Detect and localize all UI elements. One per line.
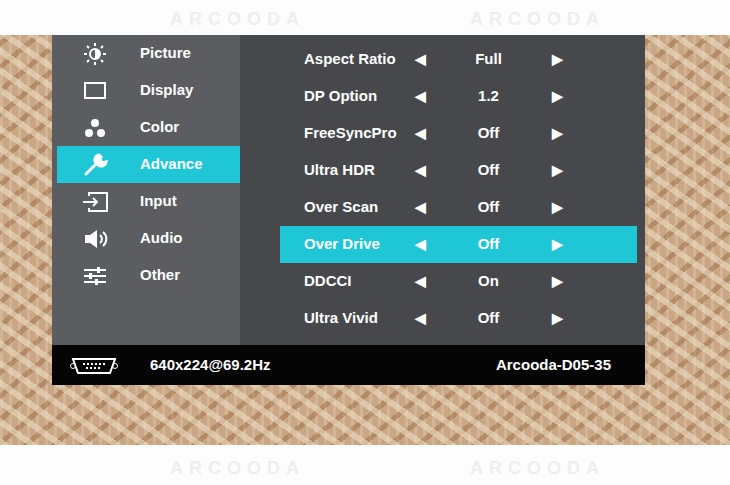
vga-port-icon xyxy=(70,354,118,377)
status-bar: 640x224@69.2Hz Arcooda-D05-35 xyxy=(52,345,645,385)
sidebar-label: Input xyxy=(140,190,177,213)
left-arrow[interactable]: ◀ xyxy=(410,160,430,181)
setting-row[interactable]: DDCCI◀On▶ xyxy=(280,263,637,300)
background-photo: Picture Display Color Advance Input Audio Othe… xyxy=(0,35,730,445)
wrench-icon xyxy=(75,152,115,178)
sidebar-item[interactable]: Display xyxy=(57,72,242,109)
sidebar-label: Color xyxy=(140,116,179,139)
right-arrow[interactable]: ▶ xyxy=(547,271,567,292)
color-icon xyxy=(75,117,115,139)
setting-row[interactable]: DP Option◀1.2▶ xyxy=(280,78,637,115)
left-arrow[interactable]: ◀ xyxy=(410,49,430,70)
setting-label: Ultra Vivid xyxy=(280,307,410,330)
sidebar-item[interactable]: Color xyxy=(57,109,242,146)
sliders-icon xyxy=(75,265,115,287)
sidebar-label: Audio xyxy=(140,227,183,250)
setting-row[interactable]: Ultra HDR◀Off▶ xyxy=(280,152,637,189)
watermark: ARCOODA xyxy=(470,6,605,33)
sun-icon xyxy=(75,42,115,66)
settings-panel: Aspect Ratio◀Full▶DP Option◀1.2▶FreeSync… xyxy=(240,35,645,345)
sidebar-item[interactable]: Other xyxy=(57,257,242,294)
input-icon xyxy=(75,191,115,213)
setting-row[interactable]: FreeSyncPro◀Off▶ xyxy=(280,115,637,152)
sidebar-item[interactable]: Advance xyxy=(57,146,242,183)
sidebar-label: Advance xyxy=(140,153,203,176)
setting-value: Off xyxy=(430,122,547,145)
bottom-strip: ARCOODA ARCOODA xyxy=(0,445,730,485)
left-arrow[interactable]: ◀ xyxy=(410,197,430,218)
left-arrow[interactable]: ◀ xyxy=(410,308,430,329)
right-arrow[interactable]: ▶ xyxy=(547,197,567,218)
right-arrow[interactable]: ▶ xyxy=(547,49,567,70)
setting-row[interactable]: Over Scan◀Off▶ xyxy=(280,189,637,226)
sidebar: Picture Display Color Advance Input Audio Othe… xyxy=(52,35,240,345)
sidebar-item[interactable]: Picture xyxy=(57,35,242,72)
right-arrow[interactable]: ▶ xyxy=(547,234,567,255)
watermark: ARCOODA xyxy=(170,455,305,482)
setting-label: FreeSyncPro xyxy=(280,122,410,145)
setting-value: Off xyxy=(430,196,547,219)
right-arrow[interactable]: ▶ xyxy=(547,308,567,329)
right-arrow[interactable]: ▶ xyxy=(547,160,567,181)
setting-value: On xyxy=(430,270,547,293)
signal-resolution: 640x224@69.2Hz xyxy=(150,354,271,377)
sidebar-label: Picture xyxy=(140,42,191,65)
sidebar-label: Other xyxy=(140,264,180,287)
display-icon xyxy=(75,81,115,101)
setting-label: Ultra HDR xyxy=(280,159,410,182)
setting-row[interactable]: Aspect Ratio◀Full▶ xyxy=(280,41,637,78)
left-arrow[interactable]: ◀ xyxy=(410,271,430,292)
setting-value: Full xyxy=(430,48,547,71)
left-arrow[interactable]: ◀ xyxy=(410,86,430,107)
sidebar-item[interactable]: Audio xyxy=(57,220,242,257)
setting-value: Off xyxy=(430,307,547,330)
monitor-model: Arcooda-D05-35 xyxy=(496,354,611,377)
sidebar-label: Display xyxy=(140,79,193,102)
setting-label: Over Drive xyxy=(280,233,410,256)
right-arrow[interactable]: ▶ xyxy=(547,123,567,144)
setting-label: Aspect Ratio xyxy=(280,48,410,71)
setting-label: DP Option xyxy=(280,85,410,108)
top-strip: ARCOODA ARCOODA xyxy=(0,0,730,35)
sidebar-item[interactable]: Input xyxy=(57,183,242,220)
speaker-icon xyxy=(75,228,115,250)
setting-row[interactable]: Ultra Vivid◀Off▶ xyxy=(280,300,637,337)
setting-value: 1.2 xyxy=(430,85,547,108)
setting-value: Off xyxy=(430,233,547,256)
setting-value: Off xyxy=(430,159,547,182)
setting-label: Over Scan xyxy=(280,196,410,219)
setting-row[interactable]: Over Drive◀Off▶ xyxy=(280,226,637,263)
left-arrow[interactable]: ◀ xyxy=(410,234,430,255)
watermark: ARCOODA xyxy=(470,455,605,482)
right-arrow[interactable]: ▶ xyxy=(547,86,567,107)
osd-menu: Picture Display Color Advance Input Audio Othe… xyxy=(52,35,645,385)
osd-main: Picture Display Color Advance Input Audio Othe… xyxy=(52,35,645,345)
left-arrow[interactable]: ◀ xyxy=(410,123,430,144)
setting-label: DDCCI xyxy=(280,270,410,293)
watermark: ARCOODA xyxy=(170,6,305,33)
